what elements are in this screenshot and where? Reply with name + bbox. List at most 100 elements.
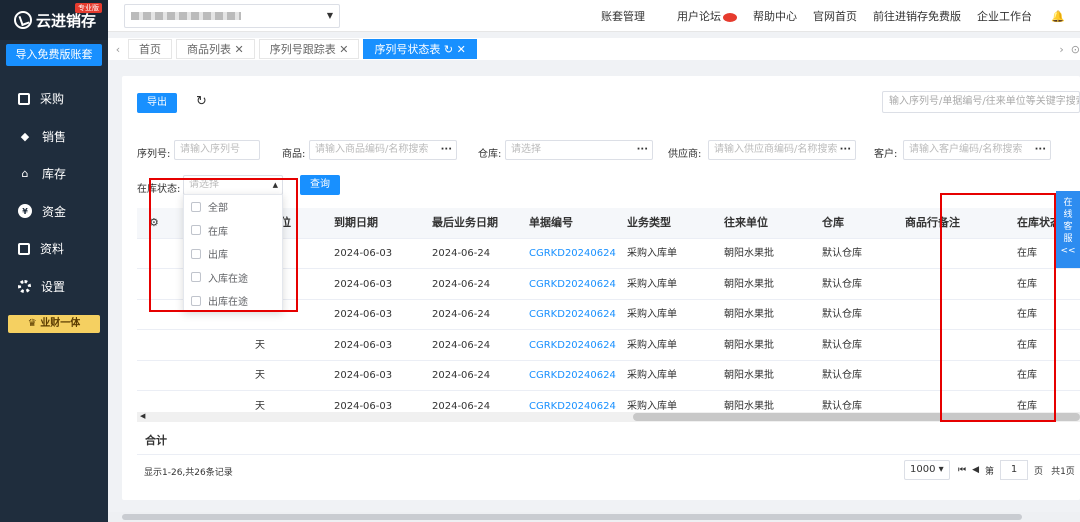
tab-serial-tracking[interactable]: 序列号跟踪表 ✕ <box>258 39 360 59</box>
cell-last-date: 2024-06-24 <box>432 370 491 381</box>
cell-biz-type: 采购入库单 <box>627 248 677 259</box>
sidebar-item-label: 资金 <box>42 204 67 219</box>
sidebar-item-purchase[interactable]: 采购 <box>0 80 108 118</box>
warehouse-label: 仓库: <box>478 149 502 160</box>
query-button[interactable]: 查询 <box>300 175 340 195</box>
tab-scroll-left-icon[interactable]: ‹ <box>108 43 128 56</box>
link-user-forum[interactable]: 用户论坛 <box>661 8 737 24</box>
top-links: 账套管理 用户论坛 帮助中心 官网首页 前往进销存免费版 企业工作台 🔔 <box>585 0 1080 32</box>
cell-doc-no[interactable]: CGRKD20240624 <box>529 331 619 361</box>
flag-icon: ◆ <box>20 129 30 143</box>
link-free-version[interactable]: 前往进销存免费版 <box>873 8 961 24</box>
link-official-home[interactable]: 官网首页 <box>813 8 857 24</box>
service-label: 在线客服 <box>1063 198 1073 244</box>
biz-finance-button[interactable]: ♛ 业财一体 <box>8 315 100 333</box>
cell-doc-no[interactable]: CGRKD20240624 <box>529 239 619 269</box>
customer-input[interactable]: 请输入客户编码/名称搜索 ··· <box>903 140 1051 160</box>
serial-input[interactable]: 请输入序列号 <box>174 140 260 160</box>
col-last-date: 最后业务日期 <box>432 216 498 229</box>
more-icon[interactable]: ··· <box>1035 141 1046 159</box>
tab-scroll-right-icon[interactable]: › ⊙ <box>1059 38 1080 60</box>
col-biz-type: 业务类型 <box>627 216 671 229</box>
biz-finance-label: 业财一体 <box>40 318 81 329</box>
table-row[interactable]: 天 2024-06-03 2024-06-24 CGRKD20240624 采购入库单 朝… <box>137 361 1080 391</box>
refresh-icon[interactable]: ↻ <box>196 94 207 109</box>
table-horizontal-scrollbar[interactable]: ◀ <box>137 412 1080 422</box>
cell-partner: 朝阳水果批 <box>724 309 774 320</box>
bell-icon[interactable]: 🔔 <box>1048 10 1068 23</box>
tab-serial-status[interactable]: 序列号状态表 ↻ ✕ <box>363 39 477 59</box>
more-icon[interactable]: ··· <box>637 141 648 159</box>
total-pages: 共1页 <box>1051 466 1075 477</box>
link-enterprise-workbench[interactable]: 企业工作台 <box>977 8 1032 24</box>
cell-expiry: 2024-06-03 <box>334 278 393 290</box>
cell-partner: 朝阳水果批 <box>724 278 774 290</box>
sidebar-item-label: 库存 <box>42 167 67 182</box>
col-warehouse: 仓库 <box>822 216 844 229</box>
top-bar: ▼ 账套管理 用户论坛 帮助中心 官网首页 前往进销存免费版 企业工作台 🔔 <box>108 0 1080 32</box>
table-row[interactable]: 天 2024-06-03 2024-06-24 CGRKD20240624 采购入库单 朝… <box>137 331 1080 361</box>
cell-unit: 天 <box>255 370 265 381</box>
cell-doc-no[interactable]: CGRKD20240624 <box>529 300 619 330</box>
sidebar: 云进销存 专业版 导入免费版账套 采购 ◆ 销售 ⌂ 库存 ¥ 资金 资料 设置… <box>0 0 108 522</box>
serial-label: 序列号: <box>137 149 171 160</box>
tab-bar: ‹ 首页 商品列表 ✕ 序列号跟踪表 ✕ 序列号状态表 ↻ ✕ › ⊙ <box>108 38 1080 60</box>
supplier-input[interactable]: 请输入供应商编码/名称搜索 ··· <box>708 140 856 160</box>
account-select[interactable]: ▼ <box>124 3 340 28</box>
goods-input[interactable]: 请输入商品编码/名称搜索 ··· <box>309 140 457 160</box>
first-page-icon[interactable]: ⏮ <box>958 465 966 475</box>
page-scrollbar-thumb[interactable] <box>122 514 1022 520</box>
link-help-center[interactable]: 帮助中心 <box>753 8 797 24</box>
cell-partner: 朝阳水果批 <box>724 248 774 259</box>
cell-last-date: 2024-06-24 <box>432 278 491 290</box>
page-size-select[interactable]: 1000 ▾ <box>904 460 950 480</box>
page-horizontal-scrollbar[interactable] <box>108 512 1080 522</box>
export-button[interactable]: 导出 <box>137 93 177 113</box>
cell-partner: 朝阳水果批 <box>724 370 774 381</box>
cell-biz-type: 采购入库单 <box>627 339 677 351</box>
scroll-left-icon[interactable]: ◀ <box>140 412 145 420</box>
divider <box>137 454 1080 455</box>
app-logo[interactable]: 云进销存 专业版 <box>0 0 108 40</box>
cell-last-date: 2024-06-24 <box>432 309 491 320</box>
more-icon[interactable]: ··· <box>840 141 851 159</box>
cell-expiry: 2024-06-03 <box>334 370 393 381</box>
bag-icon <box>18 92 30 105</box>
online-service-tab[interactable]: 在线客服 << <box>1056 191 1080 268</box>
col-expiry: 到期日期 <box>334 216 378 229</box>
cell-doc-no[interactable]: CGRKD20240624 <box>529 270 619 300</box>
sidebar-item-inventory[interactable]: ⌂ 库存 <box>0 155 108 193</box>
account-name-redacted <box>131 11 241 20</box>
sidebar-item-data[interactable]: 资料 <box>0 230 108 268</box>
page-number-input[interactable]: 1 <box>1000 460 1029 480</box>
cell-biz-type: 采购入库单 <box>627 309 677 320</box>
sidebar-item-funds[interactable]: ¥ 资金 <box>0 193 108 231</box>
tab-home[interactable]: 首页 <box>128 39 172 59</box>
keyword-search-input[interactable]: 输入序列号/单据编号/往来单位等关键字搜索 <box>882 91 1080 113</box>
prev-page-icon[interactable]: ◀ <box>972 465 979 475</box>
link-user-forum-label: 用户论坛 <box>677 10 721 23</box>
sidebar-item-sales[interactable]: ◆ 销售 <box>0 118 108 156</box>
cell-doc-no[interactable]: CGRKD20240624 <box>529 361 619 391</box>
tab-goods-list[interactable]: 商品列表 ✕ <box>176 39 255 59</box>
cell-expiry: 2024-06-03 <box>334 248 393 259</box>
book-icon <box>18 242 30 255</box>
supplier-placeholder: 请输入供应商编码/名称搜索 <box>714 144 838 155</box>
page-suffix: 页 <box>1034 466 1044 477</box>
sidebar-item-settings[interactable]: 设置 <box>0 268 108 306</box>
cell-biz-type: 采购入库单 <box>627 370 677 381</box>
link-account-management[interactable]: 账套管理 <box>601 8 645 24</box>
sidebar-item-label: 销售 <box>42 129 67 144</box>
collapse-icon[interactable]: << <box>1060 246 1075 256</box>
cell-partner: 朝阳水果批 <box>724 339 774 351</box>
cell-last-date: 2024-06-24 <box>432 248 491 259</box>
warehouse-input[interactable]: 请选择 ··· <box>505 140 653 160</box>
goods-label: 商品: <box>282 149 306 160</box>
edition-badge: 专业版 <box>75 3 102 13</box>
import-free-account-button[interactable]: 导入免费版账套 <box>6 44 102 66</box>
col-partner: 往来单位 <box>724 216 768 229</box>
cell-unit: 天 <box>255 339 265 351</box>
logo-mark-icon <box>14 11 32 29</box>
more-icon[interactable]: ··· <box>441 141 452 159</box>
sidebar-item-label: 资料 <box>40 242 65 257</box>
